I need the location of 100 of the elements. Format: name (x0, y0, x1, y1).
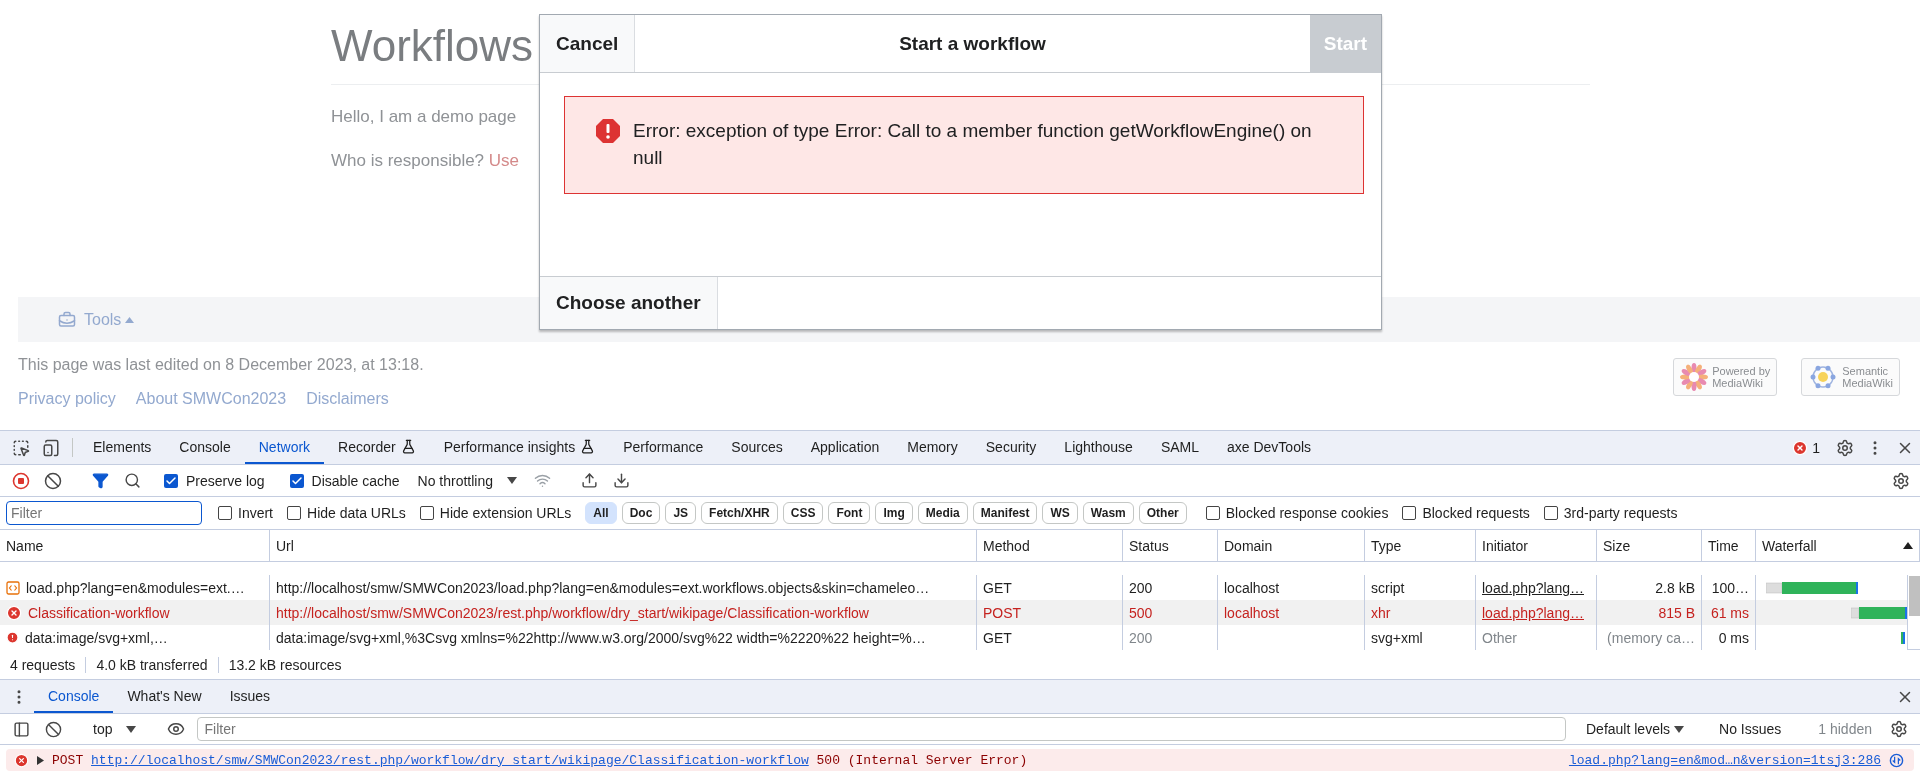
checkbox[interactable] (164, 473, 178, 488)
checkbox[interactable] (1402, 506, 1417, 520)
caret-icon (125, 316, 135, 323)
initiator-link[interactable]: load.php?lang… (1482, 579, 1584, 596)
devtools-tab[interactable]: Memory (893, 431, 972, 464)
devtools-tab[interactable]: axe DevTools (1213, 431, 1326, 464)
devtools-tab[interactable]: Performance (609, 431, 718, 464)
type-filter-chip[interactable]: Manifest (972, 502, 1038, 524)
summary-text: 4.0 kB transferred (86, 656, 219, 673)
checkbox[interactable] (287, 506, 301, 520)
drawer-tab[interactable]: What's New (113, 680, 216, 713)
error-icon (1792, 439, 1809, 456)
sync-icon (1889, 752, 1904, 768)
checkbox-label: Blocked response cookies (1225, 505, 1389, 521)
message-text: POST http://localhost/smw/SMWCon2023/rest.php/workflow/dry_start/wikipage/Classification-workflow 500 (Internal Server Error) (52, 752, 1028, 768)
levels-dropdown[interactable]: Default levels (1578, 721, 1693, 737)
devtools-tab[interactable]: Security (971, 431, 1051, 464)
type-filter-chip[interactable]: Media (917, 502, 968, 524)
type-filter-chip[interactable]: All (585, 502, 617, 524)
hidden-count: 1 hidden (1817, 721, 1873, 737)
devtools-tab[interactable]: Console (165, 431, 245, 464)
badge-text: Powered by (1712, 365, 1771, 377)
table-cell: 500 (1129, 604, 1153, 621)
flask-icon (580, 439, 596, 454)
type-filter-chip[interactable]: Font (828, 502, 871, 524)
url-link[interactable]: http://localhost/smw/SMWCon2023/rest.php/workflow/dry_start/wikipage/Classification-workflow (91, 752, 809, 768)
table-cell: http://localhost/smw/SMWCon2023/rest.php/workflow/dry_start/wikipage/Classification-workflow (276, 604, 869, 621)
column-header[interactable]: Domain (1218, 530, 1365, 561)
table-cell: script (1371, 579, 1405, 596)
checkbox[interactable] (419, 506, 434, 520)
waterfall-bar (1901, 631, 1905, 644)
console-filter-field[interactable]: Filter (197, 717, 1566, 741)
table-cell: (memory ca… (1607, 629, 1695, 646)
checkbox[interactable] (1205, 506, 1220, 520)
table-cell: http://localhost/smw/SMWCon2023/load.php?lang=en&modules=ext.workflows.objects&skin=chameleo… (276, 579, 930, 596)
drawer-tab[interactable]: Issues (215, 680, 285, 713)
initiator-link[interactable]: load.php?lang… (1482, 604, 1584, 621)
checkbox[interactable] (218, 506, 232, 520)
devtools-tab[interactable]: Sources (717, 431, 797, 464)
table-cell: 200 (1129, 579, 1153, 596)
error-icon (595, 118, 621, 144)
badge-text: MediaWiki (1712, 377, 1764, 389)
choose-another-button[interactable]: Choose another (540, 277, 718, 329)
request-row[interactable]: Classification-workflow http://localhost/smw/SMWCon2023/rest.php/workflow/dry_start/wikipage/Classification-workflow POST 500 localhost xhr load.php?lang… 815 B 61 ms (0, 600, 1908, 625)
devtools-tab[interactable]: SAML (1146, 431, 1213, 464)
type-filter-chip[interactable]: CSS (782, 502, 824, 524)
flower-logo-icon (1680, 363, 1709, 391)
devtools-tab[interactable]: Elements (79, 431, 166, 464)
table-cell: data:image/svg+xml,%3Csvg xmlns=%22http://www.w3.org/2000/svg%22 width=%2220%22 height=%… (276, 629, 926, 646)
table-cell: 2.8 kB (1655, 579, 1695, 596)
column-header[interactable]: Waterfall (1756, 530, 1920, 561)
type-filter-chip[interactable]: Fetch/XHR (701, 502, 778, 524)
source-link[interactable]: load.php?lang=en&mod…n&version=1tsj3:286 (1568, 752, 1881, 768)
checkbox[interactable] (1543, 506, 1558, 520)
table-cell: 100… (1711, 579, 1749, 596)
table-cell: POST (983, 604, 1022, 621)
devtools-tab[interactable]: Application (796, 431, 894, 464)
table-cell: Classification-workflow (28, 604, 170, 621)
filter-field[interactable]: Filter (6, 501, 202, 525)
table-cell: localhost (1224, 604, 1280, 621)
column-header[interactable]: Status (1123, 530, 1218, 561)
devtools-tab[interactable]: Recorder (324, 431, 430, 464)
badge-text: Semantic (1842, 365, 1890, 377)
devtools-tab[interactable]: Network (244, 431, 325, 464)
checkbox-label: 3rd-party requests (1563, 505, 1678, 521)
type-filter-chip[interactable]: Wasm (1082, 502, 1134, 524)
summary-text: 13.2 kB resources (227, 656, 343, 673)
devtools-tab[interactable]: Performance insights (429, 431, 610, 464)
cancel-button[interactable]: Cancel (540, 15, 636, 72)
column-header[interactable]: Time (1702, 530, 1756, 561)
checkbox[interactable] (289, 473, 304, 488)
table-cell: 815 B (1658, 604, 1695, 621)
error-icon (14, 752, 29, 768)
table-cell: data:image/svg+xml,… (25, 629, 168, 646)
throttling-dropdown[interactable]: No throttling (409, 472, 525, 489)
type-filter-chip[interactable]: JS (665, 502, 697, 524)
error-icon (6, 604, 22, 621)
context-dropdown[interactable]: top (85, 721, 145, 737)
table-cell: 0 ms (1718, 629, 1749, 646)
column-header[interactable]: Url (270, 530, 977, 561)
flask-icon (400, 439, 416, 454)
column-header[interactable]: Initiator (1476, 530, 1597, 561)
checkbox-label: Disable cache (311, 472, 400, 489)
last-edited-text: This page was last edited on 8 December 2023, at 13:18. (18, 356, 424, 374)
request-row[interactable]: data:image/svg+xml,… data:image/svg+xml,%3Csvg xmlns=%22http://www.w3.org/2000/svg%22 width=%2220%22 height=%… GET 200 svg+xml Other (memory ca… 0 ms (0, 625, 1908, 650)
type-filter-chip[interactable]: Other (1138, 502, 1187, 524)
column-header[interactable]: Name (0, 530, 270, 561)
type-filter-chip[interactable]: WS (1042, 502, 1078, 524)
drawer-tab[interactable]: Console (34, 680, 114, 713)
devtools-tab[interactable]: Lighthouse (1050, 431, 1147, 464)
error-count[interactable]: 1 (1782, 431, 1830, 464)
type-filter-chip[interactable]: Doc (621, 502, 661, 524)
column-header[interactable]: Method (977, 530, 1123, 561)
checkbox-label: Blocked requests (1422, 505, 1530, 521)
column-header[interactable]: Size (1597, 530, 1702, 561)
checkbox-label: Preserve log (186, 472, 265, 489)
table-cell: 200 (1129, 629, 1153, 646)
type-filter-chip[interactable]: Img (875, 502, 913, 524)
column-header[interactable]: Type (1365, 530, 1476, 561)
table-cell: localhost (1224, 579, 1280, 596)
